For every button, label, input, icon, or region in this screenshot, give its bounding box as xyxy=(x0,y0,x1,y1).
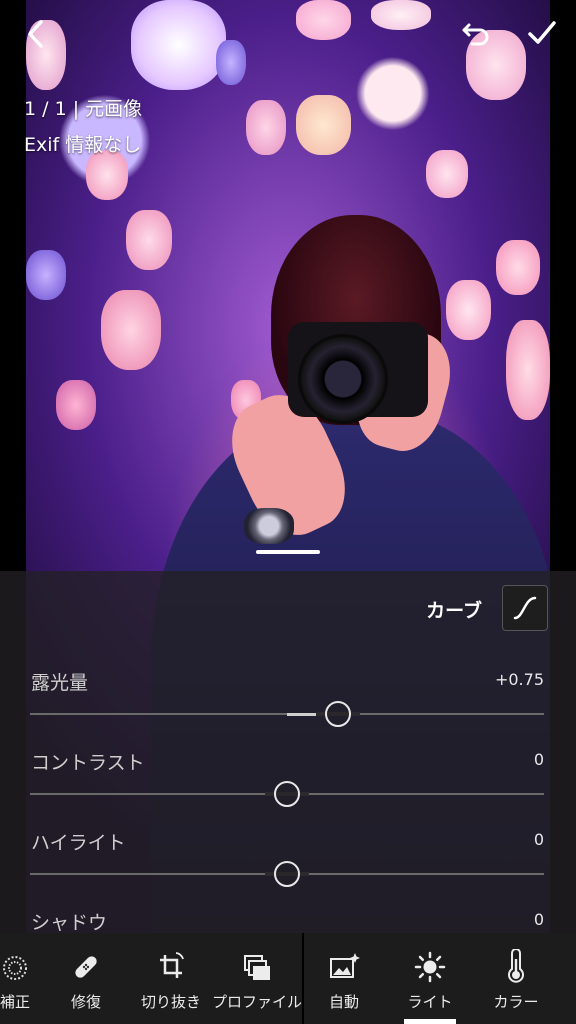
tool-crop[interactable]: 切り抜き xyxy=(133,933,209,1024)
tool-repair[interactable]: 修復 xyxy=(56,933,116,1024)
slider-label: ハイライト xyxy=(31,832,126,854)
slider-value: +0.75 xyxy=(494,670,544,689)
active-tool-indicator xyxy=(404,1019,456,1024)
toolbar-divider xyxy=(302,933,304,1024)
lantern xyxy=(296,95,351,155)
slider-value: 0 xyxy=(533,750,544,769)
wristwatch xyxy=(244,508,294,544)
tool-label: 補正 xyxy=(0,993,30,1011)
tool-profile[interactable]: プロファイル xyxy=(211,933,303,1024)
done-button[interactable] xyxy=(522,14,562,52)
tool-label: 修復 xyxy=(70,993,101,1011)
lantern xyxy=(506,320,550,420)
tool-healing[interactable]: 補正 xyxy=(0,933,42,1024)
tool-label: カラー xyxy=(493,993,539,1011)
lantern xyxy=(496,240,540,295)
tone-curve-icon xyxy=(513,596,537,620)
undo-button[interactable] xyxy=(456,16,496,52)
tool-label: ライト xyxy=(407,993,453,1011)
image-index-label: 1 / 1 | 元画像 xyxy=(24,98,143,120)
thermometer-icon xyxy=(508,949,524,983)
edit-toolbar: 補正 修復 切り抜き プロファイル 自動 ライト カラー xyxy=(0,933,576,1024)
lantern xyxy=(126,210,172,270)
undo-icon xyxy=(462,23,489,46)
lantern xyxy=(86,150,128,200)
slider-row: 露光量 +0.75 xyxy=(0,668,576,728)
top-bar xyxy=(0,0,576,60)
tool-auto[interactable]: 自動 xyxy=(315,933,373,1024)
slider-thumb[interactable] xyxy=(274,781,300,807)
exif-info-label: Exif 情報なし xyxy=(24,134,142,156)
lantern xyxy=(426,150,468,198)
slider-label: コントラスト xyxy=(31,752,145,774)
tool-color[interactable]: カラー xyxy=(486,933,546,1024)
sun-icon xyxy=(414,951,446,983)
slider-row: コントラスト 0 xyxy=(0,748,576,808)
profile-stack-icon xyxy=(244,955,270,980)
tool-label: 切り抜き xyxy=(140,993,201,1011)
slider-thumb[interactable] xyxy=(274,861,300,887)
lantern xyxy=(446,280,491,340)
tool-light[interactable]: ライト xyxy=(400,933,460,1024)
back-button[interactable] xyxy=(18,16,54,52)
crop-rotate-icon xyxy=(160,952,184,978)
lantern xyxy=(246,100,286,155)
bandage-icon xyxy=(75,956,97,978)
checkmark-icon xyxy=(528,21,556,44)
tone-curve-button[interactable] xyxy=(502,585,548,631)
camera-lens xyxy=(298,334,388,424)
curve-label: カーブ xyxy=(426,600,482,622)
home-indicator xyxy=(256,550,320,554)
slider-label: シャドウ xyxy=(31,912,108,934)
healing-brush-icon xyxy=(3,956,27,980)
tool-label: プロファイル xyxy=(211,993,302,1011)
chevron-left-icon xyxy=(28,20,43,48)
slider-thumb[interactable] xyxy=(325,701,352,727)
slider-value: 0 xyxy=(533,910,544,929)
lantern xyxy=(56,380,96,430)
slider-label: 露光量 xyxy=(31,672,89,694)
slider-row: ハイライト 0 xyxy=(0,828,576,888)
auto-image-icon xyxy=(330,953,360,978)
tool-label: 自動 xyxy=(328,993,359,1011)
slider-value: 0 xyxy=(533,830,544,849)
lantern xyxy=(101,290,161,370)
lantern xyxy=(26,250,66,300)
